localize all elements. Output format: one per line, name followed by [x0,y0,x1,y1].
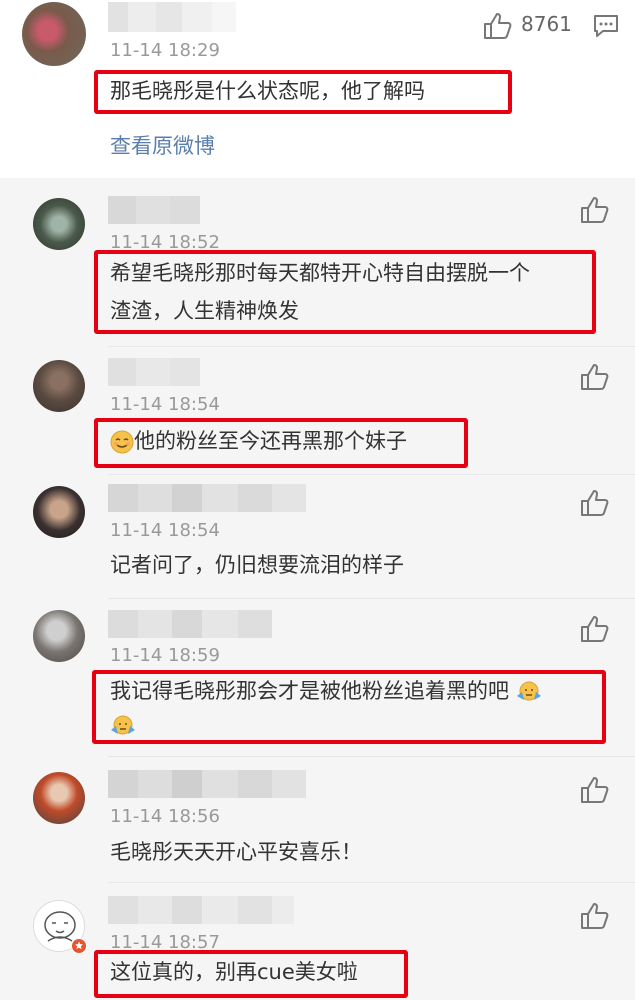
reply-text-content: 我记得毛晓彤那会才是被他粉丝追着黑的吧 [110,679,509,703]
thumbs-up-icon[interactable] [580,489,610,517]
username-blurred[interactable] [108,2,236,32]
timestamp: 11-14 18:54 [110,520,220,541]
reply-text-content: 他的粉丝至今还再黑那个妹子 [134,429,407,453]
view-original-link[interactable]: 查看原微博 [110,130,215,160]
timestamp: 11-14 18:54 [110,394,220,415]
divider [108,346,635,347]
comment-icon[interactable] [593,14,619,38]
reply-list: 11-14 18:52 希望毛晓彤那时每天都特开心特自由摆脱一个 渣渣，人生精神… [0,178,635,1000]
username-blurred[interactable] [108,610,272,638]
divider [108,756,635,757]
reply-text-line1: 希望毛晓彤那时每天都特开心特自由摆脱一个 [110,261,530,285]
thumbs-up-icon[interactable] [580,776,610,804]
shrug-emoji-icon [516,681,541,701]
reply-text: 他的粉丝至今还再黑那个妹子 [110,424,407,458]
like-count: 8761 [521,12,572,36]
reply-text: 这位真的，别再cue美女啦 [110,960,358,984]
thumbs-up-icon[interactable] [580,902,610,930]
divider [108,474,635,475]
timestamp: 11-14 18:59 [110,645,220,666]
avatar[interactable] [33,486,85,538]
verified-badge-icon [71,938,87,954]
avatar[interactable] [33,198,85,250]
thumbs-up-icon[interactable] [580,615,610,643]
reply-text-line2: 渣渣，人生精神焕发 [110,299,299,323]
timestamp: 11-14 18:56 [110,806,220,827]
divider [108,598,635,599]
thumbs-up-icon[interactable] [580,196,610,224]
username-blurred[interactable] [108,196,200,224]
avatar[interactable] [33,610,85,662]
thumbs-up-icon[interactable] [483,12,513,40]
username-blurred[interactable] [108,484,306,512]
divider [108,882,635,883]
avatar[interactable] [33,772,85,824]
comment-text: 那毛晓彤是什么状态呢，他了解吗 [110,79,425,103]
avatar[interactable] [22,2,86,66]
main-comment: 11-14 18:29 8761 那毛晓彤是什么状态呢，他了解吗 查看原微博 [0,0,635,178]
smiling-emoji-icon [110,430,134,454]
shrug-emoji-icon [111,715,135,735]
reply-text: 记者问了，仍旧想要流泪的样子 [110,553,404,577]
reply-text: 毛晓彤天天开心平安喜乐！ [110,840,362,864]
thumbs-up-icon[interactable] [580,363,610,391]
reply-text: 我记得毛晓彤那会才是被他粉丝追着黑的吧 [110,674,604,742]
username-blurred[interactable] [108,770,306,798]
timestamp: 11-14 18:29 [110,40,220,61]
username-blurred[interactable] [108,358,200,386]
username-blurred[interactable] [108,896,294,924]
avatar[interactable] [33,360,85,412]
